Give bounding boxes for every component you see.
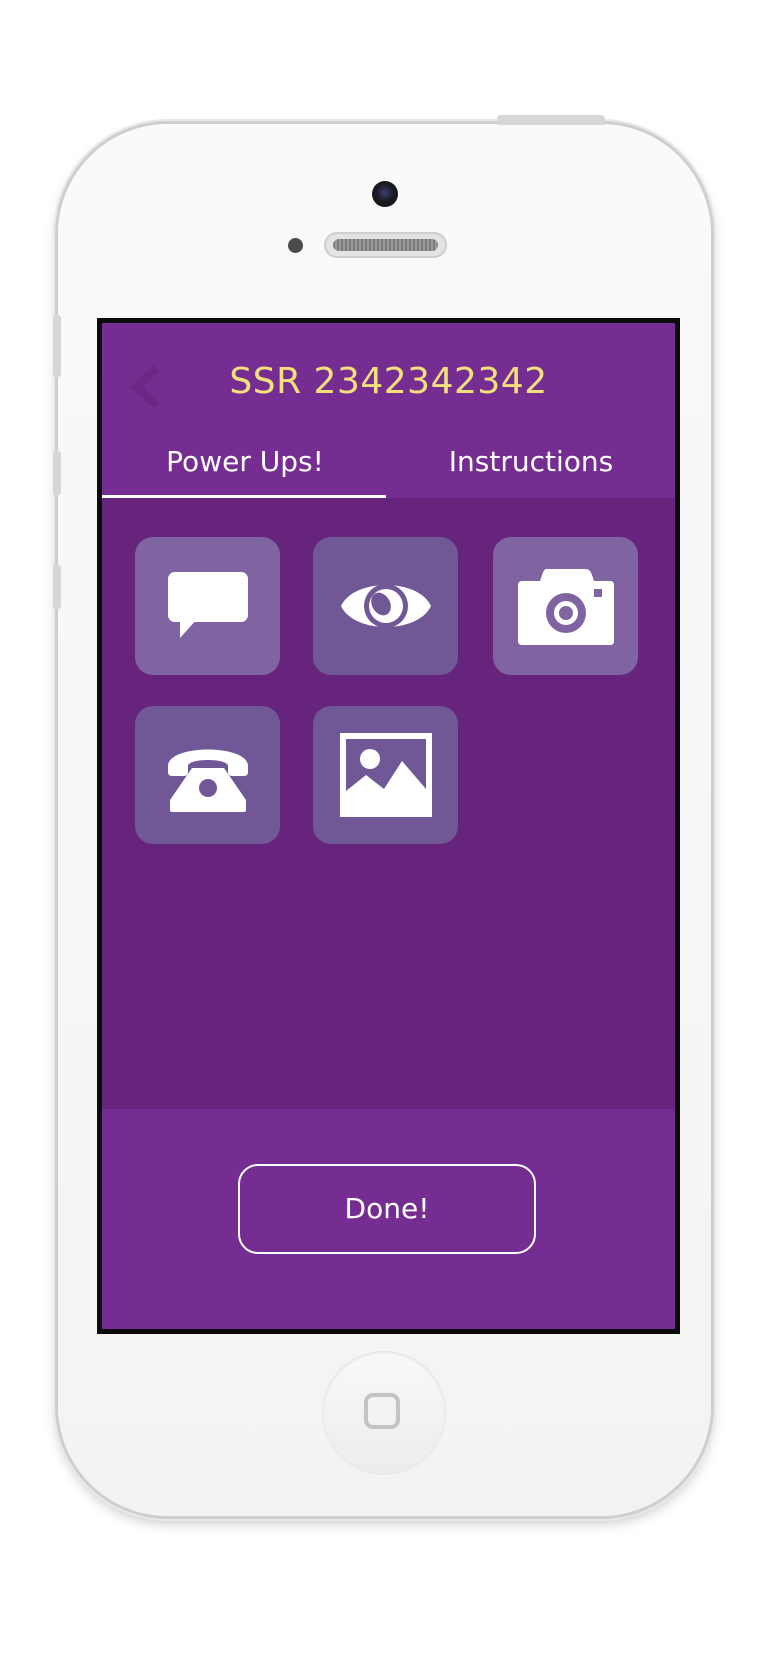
power-up-eye[interactable] (313, 537, 458, 675)
telephone-icon (164, 736, 252, 814)
home-square-icon (364, 1393, 400, 1429)
earpiece-speaker (324, 232, 447, 258)
volume-down-button (53, 565, 61, 609)
power-up-phone[interactable] (135, 706, 280, 844)
power-ups-panel (102, 498, 675, 1109)
page-title: SSR 2342342342 (229, 361, 548, 402)
chat-bubble-icon (166, 570, 250, 642)
volume-up-button (53, 451, 61, 495)
proximity-sensor (288, 238, 303, 253)
power-up-camera[interactable] (493, 537, 638, 675)
front-camera (372, 181, 398, 207)
app-screen: SSR 2342342342 Power Ups! Instructions D… (97, 318, 680, 1334)
tab-power-ups[interactable]: Power Ups! (102, 445, 388, 478)
power-up-image[interactable] (313, 706, 458, 844)
power-up-chat[interactable] (135, 537, 280, 675)
eye-icon (338, 570, 434, 642)
mute-switch (53, 315, 61, 377)
tab-instructions[interactable]: Instructions (388, 445, 674, 478)
footer-bar: Done! (102, 1109, 675, 1329)
image-icon (339, 733, 432, 817)
power-button (497, 115, 605, 125)
done-button[interactable]: Done! (238, 1164, 536, 1254)
home-button[interactable] (322, 1351, 446, 1475)
camera-icon (516, 565, 616, 647)
